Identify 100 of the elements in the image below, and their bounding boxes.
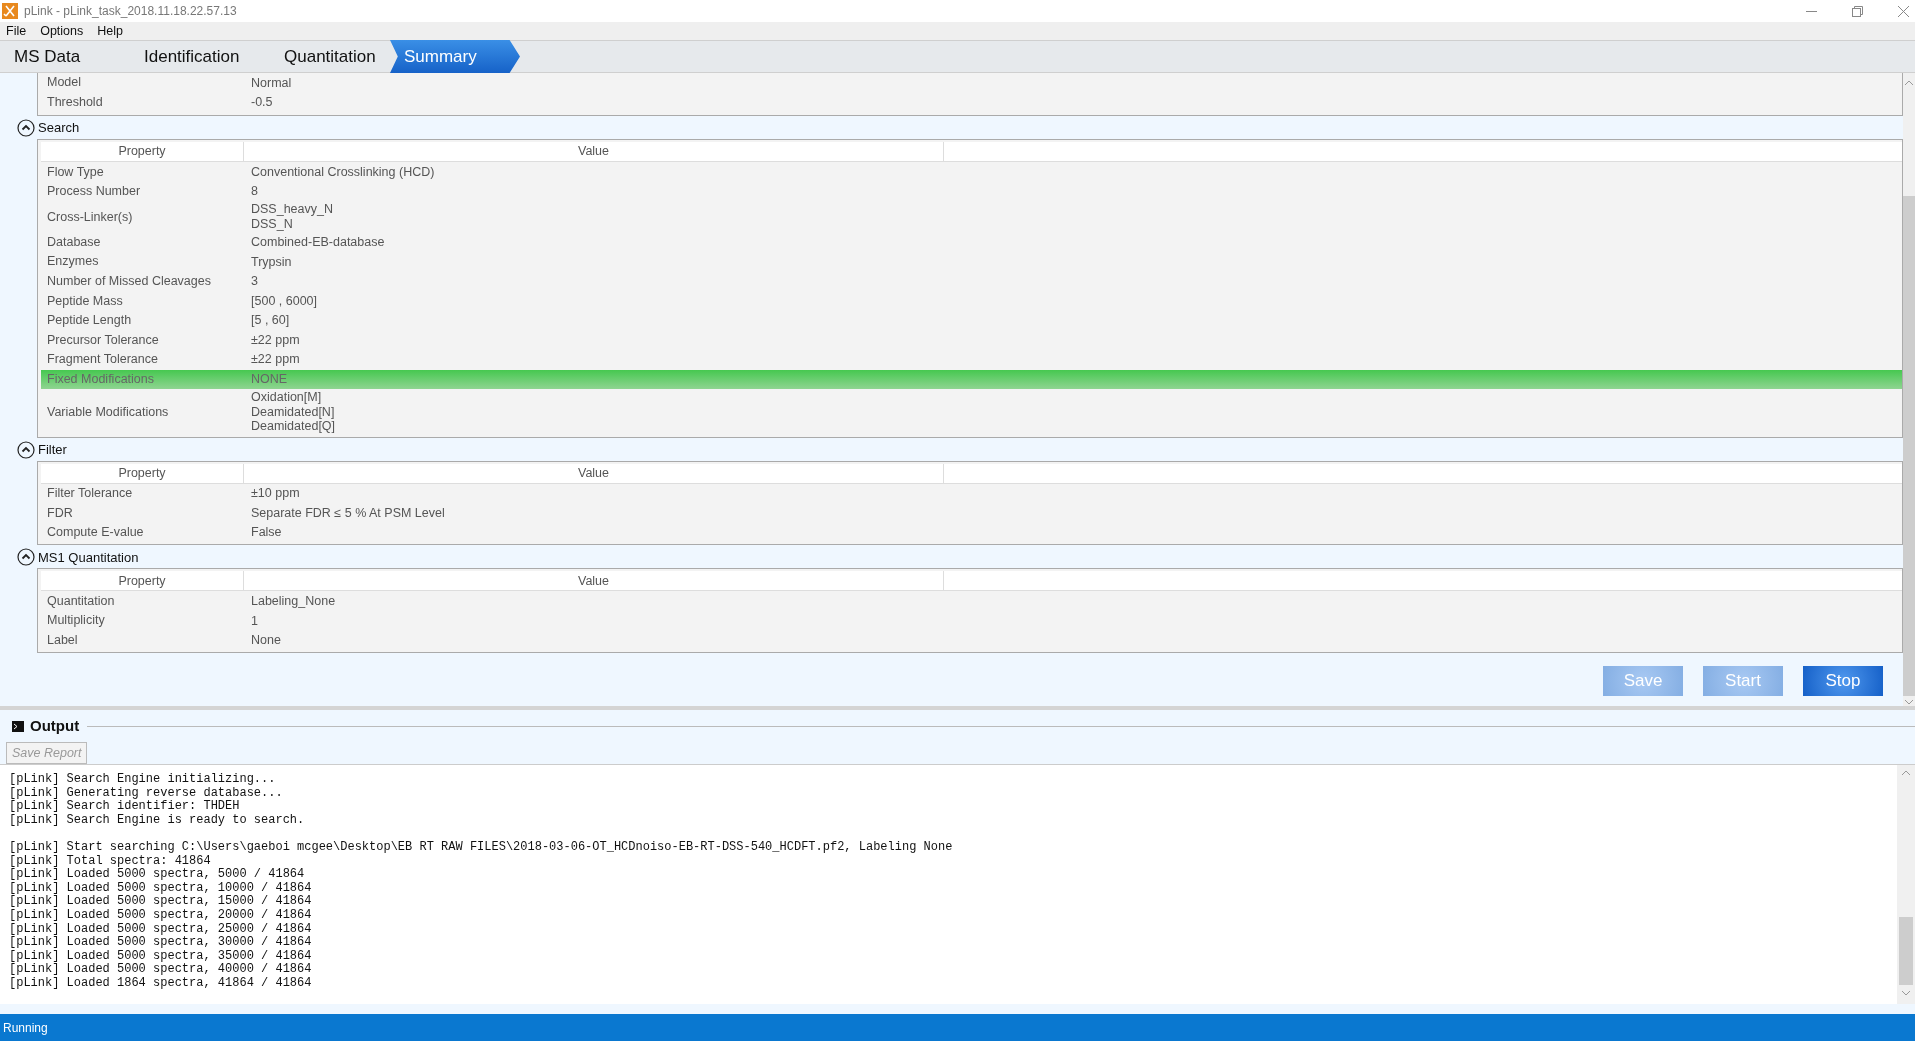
menu-item[interactable]: Help [97,21,123,41]
table-row[interactable]: Label None [41,630,1902,651]
property-cell-text: Flow Type [46,163,105,181]
collapse-icon[interactable] [17,119,35,138]
property-cell-text: Fixed Modifications [46,370,155,388]
scrollbar[interactable] [1903,73,1915,706]
value-cell-text: [500 , 6000] [250,293,319,309]
collapse-icon[interactable] [17,548,35,567]
tab[interactable]: Identification [130,40,270,73]
table-row[interactable]: Fragment Tolerance ±22 ppm [41,349,1902,370]
table-row[interactable]: Quantitation Labeling_None [41,591,1902,611]
table-row[interactable]: Compute E-value False [41,522,1902,543]
tab[interactable]: MS Data [0,40,130,73]
value-cell-text: ±10 ppm [250,486,301,501]
value-cell-text: ±22 ppm [250,332,301,348]
value-cell-text: Labeling_None [250,593,337,609]
table-row[interactable]: Threshold -0.5 [41,92,1902,113]
property-cell-text: Threshold [46,94,104,111]
close-icon[interactable] [1898,5,1909,17]
scroll-up-icon[interactable] [1901,769,1911,777]
value-cell-text: False [250,525,283,540]
table-row[interactable]: Flow Type Conventional Crosslinking (HCD) [41,162,1902,182]
table-row[interactable]: Precursor Tolerance ±22 ppm [41,330,1902,350]
property-cell-text: Filter Tolerance [46,485,134,503]
menu-item[interactable]: File [6,21,27,41]
terminal-icon [12,720,24,732]
value-cell-text: -0.5 [250,95,274,110]
log-line: [pLink] Search Engine initializing... [9,773,277,787]
table-row[interactable]: Enzymes Trypsin [41,251,1902,272]
value-cell-text: NONE [250,372,289,387]
log-line: [pLink] Loaded 5000 spectra, 35000 / 41864 [9,949,313,963]
table-row[interactable]: Model Normal [41,73,1902,93]
log-line: [pLink] Generating reverse database... [9,786,284,800]
table-row[interactable]: FDR Separate FDR ≤ 5 % At PSM Level [41,503,1902,523]
log-line: [pLink] Loaded 5000 spectra, 25000 / 41864 [9,922,313,936]
property-cell-text: Label [46,632,79,649]
log-line: [pLink] Loaded 1864 spectra, 41864 / 41864 [9,976,313,991]
log-line: [pLink] Loaded 5000 spectra, 15000 / 41864 [9,895,313,909]
column-header[interactable]: Property [41,571,244,591]
log-line: [pLink] Total spectra: 41864 [9,854,212,868]
menu-item[interactable]: Options [40,21,84,41]
table-row[interactable]: Number of Missed Cleavages 3 [41,271,1902,292]
property-cell-text: FDR [46,504,74,522]
table-row[interactable]: Process Number 8 [41,181,1902,202]
column-header[interactable]: Value [244,463,944,483]
property-cell-text: Model [46,74,83,92]
property-cell-text: Quantitation [46,592,116,610]
property-cell-text: Peptide Length [46,312,133,330]
property-cell-text: Compute E-value [46,524,145,542]
tab[interactable]: Quantitation [270,40,392,73]
property-cell-text: Number of Missed Cleavages [46,273,212,290]
value-cell-text: Conventional Crosslinking (HCD) [250,164,436,180]
value-cell-text: DSS_heavy_N DSS_N [250,202,334,232]
table-row[interactable]: Peptide Length [5 , 60] [41,310,1902,331]
table-row[interactable]: Cross-Linker(s) DSS_heavy_N DSS_N [41,201,1902,233]
scroll-up-icon[interactable] [1904,79,1914,87]
scroll-down-icon[interactable] [1904,698,1914,706]
property-cell-text: Process Number [46,183,142,201]
property-cell-text: Cross-Linker(s) [46,208,134,226]
value-cell-text: None [250,633,282,648]
section-heading: MS1 Quantitation [38,548,139,567]
log-line: [pLink] Start searching C:\Users\gaeboi mcgee\Desktop\EB RT RAW FILES\2018-03-06-OT_HCDnoiso-EB-RT-DSS-540_HCDFT.pf2, Labeling None [9,840,954,855]
log-line: [pLink] Search identifier: THDEH [9,800,241,814]
value-cell-text: 1 [250,613,259,629]
value-cell-text: Combined-EB-database [250,234,386,250]
value-cell-text: ±22 ppm [250,352,301,367]
column-header[interactable]: Property [41,463,244,483]
section-heading: Filter [38,440,67,459]
column-header[interactable]: Property [41,142,244,162]
section-heading: Search [38,119,80,138]
column-header[interactable]: Value [244,142,944,162]
window-title: pLink - pLink_task_2018.11.18.22.57.13 [24,3,237,20]
scrollbar-thumb[interactable] [1903,196,1915,696]
tab[interactable]: Summary [390,40,520,73]
value-cell-text: Oxidation[M] Deamidated[N] Deamidated[Q] [250,390,337,434]
scrollbar-thumb[interactable] [1899,917,1913,985]
column-header[interactable]: Value [244,571,944,591]
collapse-icon[interactable] [17,440,35,459]
log-line: [pLink] Loaded 5000 spectra, 40000 / 41864 [9,963,313,977]
log-line: [pLink] Loaded 5000 spectra, 30000 / 41864 [9,936,313,950]
scroll-down-icon[interactable] [1901,989,1911,997]
property-cell-text: Database [46,233,102,251]
table-row[interactable]: Multiplicity 1 [41,611,1902,631]
property-cell-text: Variable Modifications [46,403,170,421]
table-row[interactable]: Peptide Mass [500 , 6000] [41,291,1902,311]
restore-icon[interactable] [1852,5,1863,17]
property-cell-text: Peptide Mass [46,292,124,310]
table-row[interactable]: Filter Tolerance ±10 ppm [41,483,1902,504]
table-row[interactable]: Variable Modifications Oxidation[M] Deamidated[N] Deamidated[Q] [41,389,1902,435]
log-line: [pLink] Search Engine is ready to search. [9,813,306,828]
log-line: [pLink] Loaded 5000 spectra, 5000 / 41864 [9,868,306,882]
property-cell-text: Enzymes [46,253,100,271]
table-row[interactable]: Database Combined-EB-database [41,232,1902,252]
log-line: [pLink] Loaded 5000 spectra, 20000 / 41864 [9,908,313,923]
property-cell-text: Multiplicity [46,612,106,630]
property-cell-text: Fragment Tolerance [46,351,159,369]
scrollbar[interactable] [1897,765,1915,1004]
value-cell-text: Separate FDR ≤ 5 % At PSM Level [250,505,446,521]
value-cell-text: [5 , 60] [250,313,291,328]
value-cell-text: Trypsin [250,254,293,269]
